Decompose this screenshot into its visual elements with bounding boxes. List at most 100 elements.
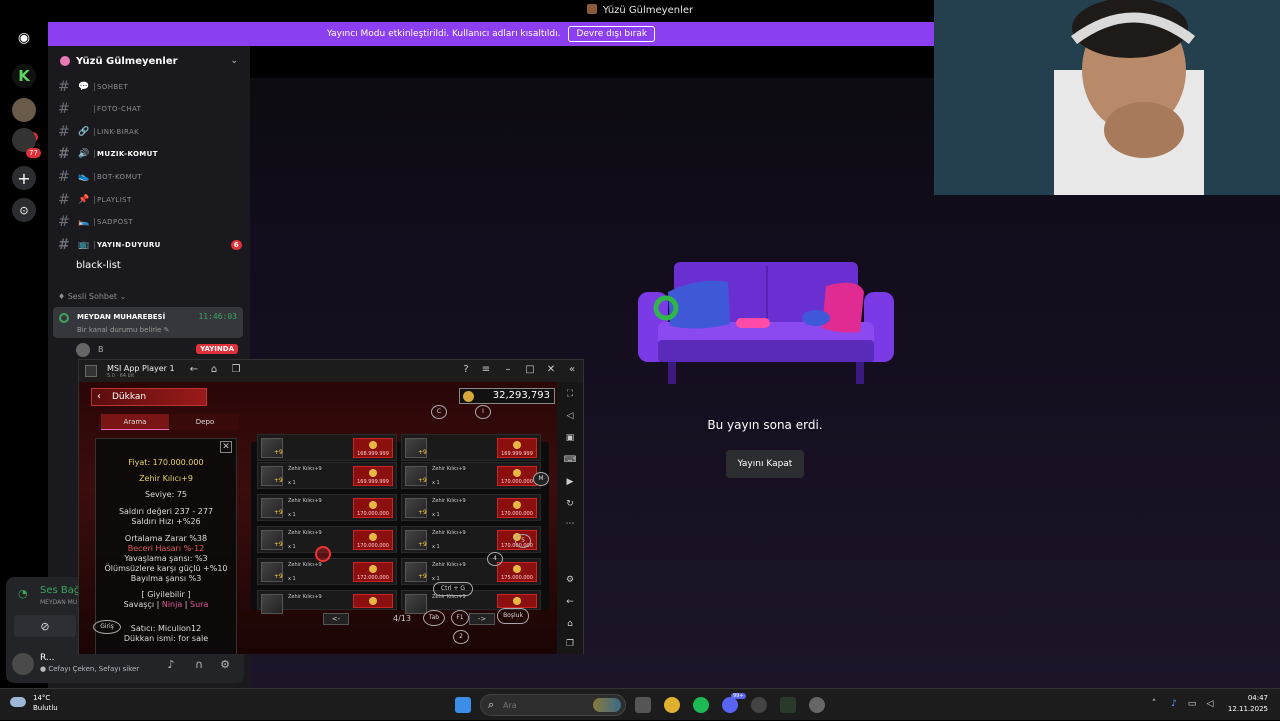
next-page-button[interactable]: -> (469, 613, 495, 625)
channel-item[interactable]: # 👟 BOT-KOMUT (58, 168, 242, 186)
msi-player-icon[interactable] (780, 697, 796, 713)
taskbar-search[interactable]: ⌕ (480, 694, 626, 716)
prev-page-button[interactable]: <- (323, 613, 349, 625)
steam-icon[interactable] (751, 697, 767, 713)
tab-search[interactable]: Arama (101, 414, 169, 430)
buy-price-button[interactable]: 170.000.000 (353, 530, 393, 550)
channel-item[interactable]: # FOTO-CHAT (58, 100, 242, 118)
key-i[interactable]: I (475, 405, 491, 419)
fullscreen-icon[interactable]: ⛶ (563, 388, 577, 400)
more-icon[interactable]: ⋯ (563, 518, 577, 530)
buy-price-button[interactable] (497, 594, 537, 608)
help-icon[interactable]: ? (459, 363, 473, 377)
tab-storage[interactable]: Depo (171, 414, 239, 430)
channel-item[interactable]: # 📺 YAYIN-DUYURU 6 (58, 236, 242, 254)
back-arrow-icon[interactable]: ← (187, 363, 201, 377)
list-item[interactable]: +9 Zehir Kılıcı+9 x 1 175.000.000 (401, 558, 541, 585)
android-home-icon[interactable]: ⌂ (563, 618, 577, 630)
chrome-icon[interactable] (664, 697, 680, 713)
task-view-icon[interactable] (635, 697, 651, 713)
minimize-icon[interactable]: – (501, 363, 515, 377)
gear-icon[interactable]: ⚙ (218, 658, 232, 672)
volume-icon[interactable]: ◁ (563, 410, 577, 422)
settings-icon[interactable] (809, 697, 825, 713)
voice-status[interactable]: Bir kanal durumu belirle ✎ (77, 326, 170, 334)
close-stream-button[interactable]: Yayını Kapat (726, 450, 804, 478)
disable-streamer-mode-button[interactable]: Devre dışı bırak (568, 26, 656, 42)
buy-price-button[interactable]: 172.000.000 (353, 562, 393, 582)
channel-item[interactable]: # 🔗 LINK-BIRAK (58, 123, 242, 141)
menu-icon[interactable]: ≡ (479, 363, 493, 377)
buy-price-button[interactable]: 169.999.999 (353, 466, 393, 486)
voice-channel[interactable]: MEYDAN MUHAREBESİ 11:46:03 Bir kanal dur… (53, 307, 243, 338)
home-icon[interactable]: ⌂ (207, 363, 221, 377)
channel-item[interactable]: # 🔊 MUZIK-KOMUT (58, 145, 242, 163)
clock[interactable]: 04:47 12.11.2025 (1228, 693, 1268, 715)
key-enter[interactable]: Giriş (93, 620, 121, 634)
android-recents-icon[interactable]: ❐ (563, 638, 577, 650)
rotate-icon[interactable]: ↻ (563, 498, 577, 510)
server-avatar-1-icon[interactable] (12, 98, 36, 122)
buy-price-button[interactable]: 168.999.999 (353, 438, 393, 458)
key-4[interactable]: 4 (487, 552, 503, 566)
voice-connected-label[interactable]: Ses Bağl (40, 585, 83, 596)
windows-start-icon[interactable] (455, 697, 471, 713)
buy-price-button[interactable]: 170.000.000 (353, 498, 393, 518)
key-f1[interactable]: F1 (451, 610, 469, 626)
search-input[interactable] (503, 698, 593, 712)
buy-price-button[interactable]: 175.000.000 (497, 562, 537, 582)
channel-item[interactable]: # 💬 SOHBET (58, 78, 242, 96)
camera-off-button[interactable]: ⊘ (14, 615, 76, 637)
list-item[interactable]: +9 Zehir Kılıcı+9 x 1 172.000.000 (257, 558, 397, 585)
close-icon[interactable]: ✕ (544, 363, 558, 377)
list-item[interactable]: Zehir Kılıcı+9 (257, 590, 397, 614)
buy-price-button[interactable]: 170.000.000 (497, 498, 537, 518)
back-chevron-icon[interactable]: ‹ (97, 389, 101, 405)
server-header[interactable]: Yüzü Gülmeyenler ⌄ (48, 46, 250, 76)
buy-price-button[interactable] (353, 594, 393, 608)
channel-item[interactable]: # 🛌 SADPOST (58, 213, 242, 231)
discord-icon[interactable] (722, 697, 738, 713)
shop-title-bar[interactable]: ‹ Dükkan (91, 388, 207, 406)
list-item[interactable]: +9 Zehir Kılıcı+9 x 1 170.000.000 (257, 494, 397, 521)
black-list-channel[interactable]: black-list (76, 260, 121, 271)
list-item[interactable]: +9 Zehir Kılıcı+9 x 1 170.000.000 (401, 494, 541, 521)
key-m[interactable]: M (533, 472, 549, 486)
key-5[interactable]: 5 (515, 534, 531, 548)
key-tab[interactable]: Tab (423, 610, 445, 626)
network-icon[interactable]: ▭ (1186, 698, 1198, 710)
tabs-icon[interactable]: ❐ (229, 363, 243, 377)
gear-icon[interactable]: ⚙ (563, 574, 577, 586)
close-icon[interactable]: ✕ (220, 441, 232, 453)
voice-category[interactable]: ♦ Sesli Sohbet ⌄ (58, 292, 126, 301)
microphone-icon[interactable]: ♪ (164, 658, 178, 672)
android-back-icon[interactable]: ← (563, 596, 577, 608)
screenshot-icon[interactable]: ▣ (563, 432, 577, 444)
key-space[interactable]: Boşluk (497, 608, 529, 624)
chevron-up-icon[interactable]: ˄ (1148, 698, 1160, 710)
microphone-icon[interactable]: ♪ (1168, 698, 1180, 710)
avatar[interactable] (12, 653, 34, 675)
buy-price-button[interactable]: 170.000.000 (497, 466, 537, 486)
key-c[interactable]: C (431, 405, 447, 419)
record-icon[interactable]: ▶ (563, 476, 577, 488)
key-ctrl-g[interactable]: Ctrl + G (433, 582, 473, 596)
volume-icon[interactable]: ◁ (1204, 698, 1216, 710)
headphones-icon[interactable]: ∩ (192, 658, 206, 672)
list-item[interactable]: +9 168.999.999 (257, 434, 397, 461)
spotify-icon[interactable] (693, 697, 709, 713)
discover-icon[interactable]: ⊙ (12, 198, 36, 222)
add-server-icon[interactable]: + (12, 166, 36, 190)
kick-server-icon[interactable]: K (12, 64, 36, 88)
keyboard-icon[interactable]: ⌨ (563, 454, 577, 466)
voice-user[interactable]: B YAYINDA (76, 343, 240, 357)
key-2[interactable]: 2 (453, 630, 469, 644)
channel-item[interactable]: # 📌 PLAYLIST (58, 191, 242, 209)
list-item[interactable]: +9 169.999.999 (401, 434, 541, 461)
discord-home-icon[interactable]: ◉ (12, 26, 36, 50)
list-item[interactable]: +9 Zehir Kılıcı+9 x 1 170.000.000 (401, 462, 541, 489)
maximize-icon[interactable]: □ (523, 363, 537, 377)
list-item[interactable]: +9 Zehir Kılıcı+9 x 1 169.999.999 (257, 462, 397, 489)
collapse-sidebar-icon[interactable]: « (565, 363, 579, 377)
buy-price-button[interactable]: 169.999.999 (497, 438, 537, 458)
